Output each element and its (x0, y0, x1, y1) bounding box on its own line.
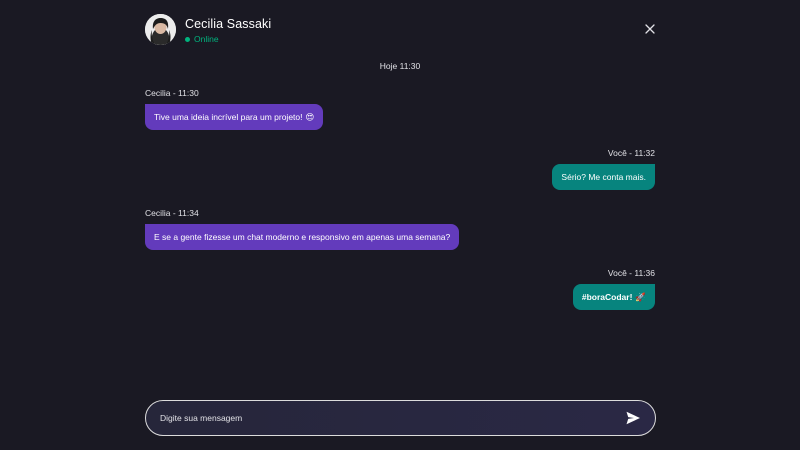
status-text: Online (194, 34, 219, 44)
send-button[interactable] (625, 410, 641, 426)
user-avatar-icon (145, 14, 176, 45)
message-text: Tive uma ideia incrível para um projeto! (154, 112, 303, 122)
close-button[interactable] (643, 22, 657, 36)
message-bubble-outgoing[interactable]: #boraCodar! 🚀 (572, 284, 655, 310)
message-meta: Cecilia - 11:30 (145, 88, 199, 98)
message-composer (145, 400, 656, 436)
chat-window: Cecilia Sassaki Online Hoje 11:30 Cecili… (0, 0, 800, 450)
message-bubble-incoming[interactable]: E se a gente fizesse um chat moderno e r… (145, 224, 460, 250)
send-icon (626, 411, 640, 425)
message-input[interactable] (160, 410, 600, 426)
message-bubble-incoming[interactable]: Tive uma ideia incrível para um projeto!… (145, 104, 324, 130)
rocket-emoji-icon: 🚀 (635, 291, 646, 302)
online-dot-icon (185, 36, 190, 42)
close-icon (645, 24, 655, 34)
avatar[interactable] (145, 14, 176, 45)
online-status: Online (185, 33, 219, 45)
message-text: Sério? Me conta mais. (561, 172, 646, 182)
message-meta: Você - 11:36 (607, 268, 655, 278)
message-bubble-outgoing[interactable]: Sério? Me conta mais. (552, 164, 655, 190)
smiling-face-heart-eyes-emoji-icon: 😍 (305, 111, 315, 122)
contact-name: Cecilia Sassaki (185, 17, 272, 31)
message-meta: Você - 11:32 (607, 148, 655, 158)
chat-header: Cecilia Sassaki Online (145, 14, 657, 46)
message-text: E se a gente fizesse um chat moderno e r… (154, 232, 451, 242)
message-text: #boraCodar! (581, 292, 633, 302)
message-meta: Cecilia - 11:34 (145, 208, 199, 218)
date-separator: Hoje 11:30 (379, 61, 421, 71)
